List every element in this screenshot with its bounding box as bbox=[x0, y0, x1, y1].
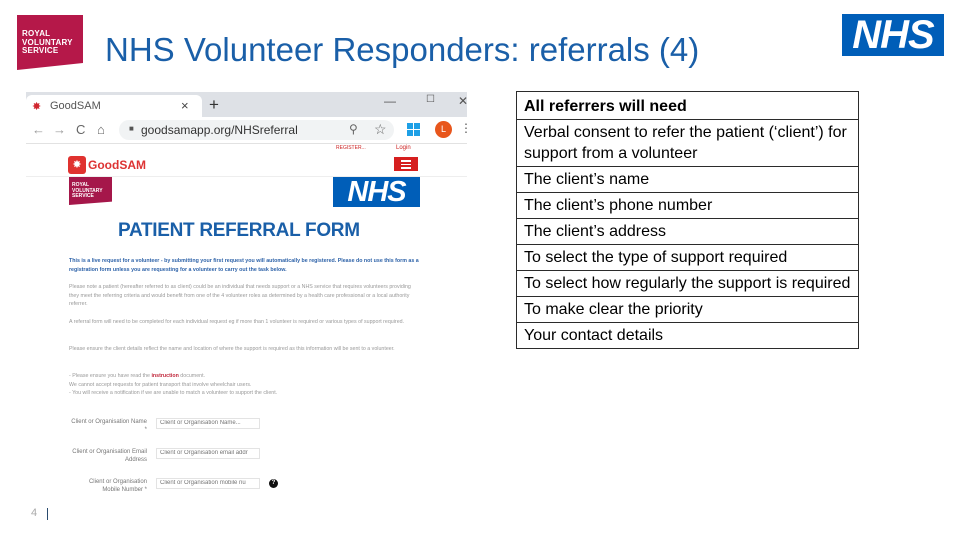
client-email-input[interactable] bbox=[156, 448, 260, 459]
browser-menu-icon[interactable]: ⋮ bbox=[460, 121, 467, 135]
back-icon[interactable]: ← bbox=[32, 122, 45, 137]
table-row: Your contact details bbox=[516, 322, 859, 349]
browser-toolbar: ← → C ⌂ ■ goodsamapp.org/NHSreferral ⚲ ☆… bbox=[26, 117, 467, 144]
hamburger-menu-icon[interactable] bbox=[394, 157, 418, 171]
goodsam-runner-icon: ✸ bbox=[32, 101, 42, 113]
table-header: All referrers will need bbox=[516, 91, 859, 120]
bookmark-star-icon[interactable]: ☆ bbox=[374, 121, 387, 138]
requirement-item: To make clear the priority bbox=[516, 296, 859, 323]
bullet-item: We cannot accept requests for patient tr… bbox=[69, 381, 252, 388]
close-window-button[interactable]: ✕ bbox=[458, 94, 467, 108]
client-name-input[interactable] bbox=[156, 418, 260, 429]
table-row: The client’s name bbox=[516, 166, 859, 193]
page-number: 4 bbox=[31, 507, 38, 519]
field-label: Client or Organisation Name * bbox=[71, 419, 147, 433]
table-row: Verbal consent to refer the patient (‘cl… bbox=[516, 119, 859, 167]
goodsam-brand: GoodSAM bbox=[88, 158, 146, 172]
goodsam-runner-icon: ✸ bbox=[68, 156, 86, 174]
info-paragraph: A referral form will need to be complete… bbox=[69, 319, 405, 325]
bullet-item: - You will receive a notification if we … bbox=[69, 390, 278, 397]
requirement-item: To select the type of support required bbox=[516, 244, 859, 271]
requirement-item: The client’s address bbox=[516, 218, 859, 245]
requirement-item: To select how regularly the support is r… bbox=[516, 270, 859, 297]
new-tab-button[interactable]: + bbox=[209, 95, 219, 115]
slide-title: NHS Volunteer Responders: referrals (4) bbox=[105, 31, 700, 68]
close-tab-icon[interactable]: × bbox=[181, 98, 189, 113]
client-mobile-input[interactable] bbox=[156, 478, 260, 489]
url-text: goodsamapp.org/NHSreferral bbox=[141, 123, 298, 137]
bullet-item: - Please ensure you have read the instru… bbox=[69, 373, 206, 379]
maximize-button[interactable]: ☐ bbox=[426, 94, 435, 105]
requirement-item: The client’s phone number bbox=[516, 192, 859, 219]
royal-voluntary-service-logo: ROYAL VOLUNTARY SERVICE bbox=[17, 15, 83, 70]
client-name-field: Client or Organisation Name * bbox=[70, 418, 320, 444]
tab-strip: ✸ GoodSAM × + — ☐ ✕ bbox=[26, 92, 467, 117]
register-link[interactable]: REGISTER... bbox=[336, 145, 366, 151]
browser-screenshot: ✸ GoodSAM × + — ☐ ✕ ← → C ⌂ ■ goodsamapp… bbox=[26, 92, 467, 502]
table-row: To select the type of support required bbox=[516, 244, 859, 271]
requirement-item: The client’s name bbox=[516, 166, 859, 193]
bullet-list: - Please ensure you have read the instru… bbox=[69, 372, 421, 398]
requirements-table: All referrers will need Verbal consent t… bbox=[516, 91, 859, 349]
table-row: The client’s phone number bbox=[516, 192, 859, 219]
site-rvs-logo: ROYAL VOLUNTARY SERVICE bbox=[69, 177, 112, 205]
requirement-item: Your contact details bbox=[516, 322, 859, 349]
home-icon[interactable]: ⌂ bbox=[97, 122, 105, 137]
address-bar[interactable]: ■ goodsamapp.org/NHSreferral ⚲ ☆ bbox=[119, 120, 394, 140]
zoom-icon[interactable]: ⚲ bbox=[349, 122, 358, 136]
site-nhs-logo: NHS bbox=[333, 177, 420, 207]
info-paragraph: Please note a patient (hereafter referre… bbox=[69, 284, 411, 308]
reload-icon[interactable]: C bbox=[76, 122, 85, 137]
instruction-link[interactable]: instruction bbox=[151, 373, 178, 379]
table-row: To make clear the priority bbox=[516, 296, 859, 323]
tab-title: GoodSAM bbox=[50, 100, 101, 112]
field-label: Client or Organisation Email Address bbox=[72, 449, 147, 463]
form-title: PATIENT REFERRAL FORM bbox=[118, 220, 360, 241]
rvs-line: SERVICE bbox=[72, 193, 94, 199]
forward-icon[interactable]: → bbox=[53, 122, 66, 137]
requirement-item: Verbal consent to refer the patient (‘cl… bbox=[516, 119, 859, 167]
minimize-button[interactable]: — bbox=[384, 94, 396, 108]
lock-icon: ■ bbox=[129, 124, 134, 133]
browser-tab[interactable]: ✸ GoodSAM × bbox=[26, 95, 202, 117]
site-header: REGISTER... Login ✸ GoodSAM bbox=[26, 144, 467, 177]
windows-extension-icon[interactable] bbox=[407, 123, 420, 136]
field-label: Client or Organisation Mobile Number * bbox=[88, 479, 147, 493]
client-mobile-field: Client or Organisation Mobile Number * ? bbox=[70, 478, 320, 502]
rvs-logo-line: SERVICE bbox=[22, 46, 59, 55]
table-row: To select how regularly the support is r… bbox=[516, 270, 859, 297]
page-divider bbox=[47, 508, 48, 520]
help-icon[interactable]: ? bbox=[269, 479, 278, 488]
info-paragraph: Please ensure the client details reflect… bbox=[69, 346, 395, 352]
table-row: The client’s address bbox=[516, 218, 859, 245]
intro-warning: This is a live request for a volunteer -… bbox=[69, 258, 419, 273]
nhs-logo: NHS bbox=[842, 14, 944, 56]
login-link[interactable]: Login bbox=[396, 145, 411, 151]
table-header-row: All referrers will need bbox=[516, 91, 859, 120]
profile-avatar[interactable]: L bbox=[435, 121, 452, 138]
client-email-field: Client or Organisation Email Address bbox=[70, 448, 320, 474]
